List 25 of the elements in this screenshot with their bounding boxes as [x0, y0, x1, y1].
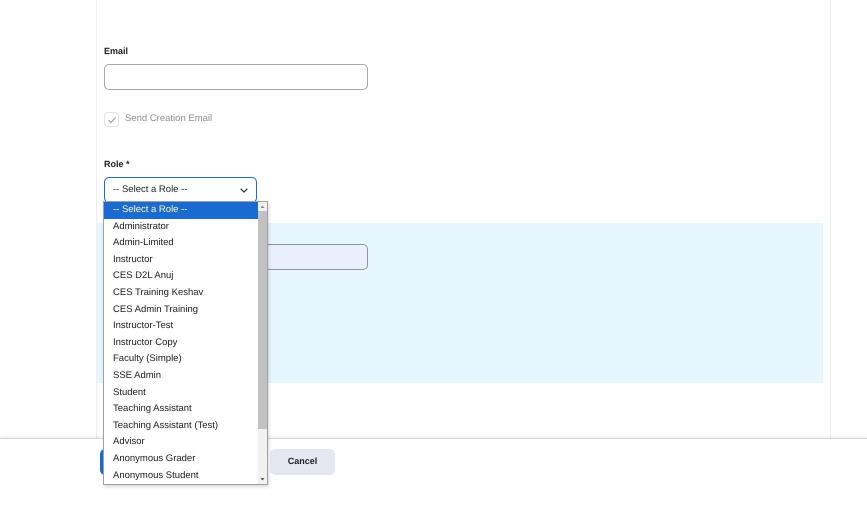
dropdown-option[interactable]: CES D2L Anuj — [104, 268, 258, 285]
scrollbar[interactable] — [258, 202, 267, 484]
chevron-icon — [240, 188, 248, 192]
dropdown-option[interactable]: Instructor-Test — [104, 318, 258, 335]
role-select[interactable]: -- Select a Role -- — [104, 177, 257, 203]
dropdown-option[interactable]: Administrator — [104, 218, 258, 236]
dropdown-option[interactable]: Anonymous Student — [104, 468, 258, 484]
cancel-button[interactable]: Cancel — [270, 449, 335, 475]
dropdown-option[interactable]: CES Admin Training — [104, 302, 258, 318]
dropdown-option[interactable]: Instructor — [104, 252, 258, 268]
email-field[interactable] — [104, 64, 368, 90]
dropdown-option[interactable]: -- Select a Role -- — [104, 202, 258, 219]
dropdown-option[interactable]: CES Training Keshav — [104, 284, 258, 302]
dropdown-option[interactable]: Teaching Assistant (Test) — [104, 418, 258, 434]
dropdown-option[interactable]: Teaching Assistant — [104, 401, 258, 418]
field-label: Email — [104, 45, 130, 58]
checkbox-label: Send Creation Email — [125, 112, 212, 126]
dropdown-option[interactable]: Anonymous Grader — [104, 450, 258, 468]
field-label: Role * — [104, 158, 131, 171]
dropdown-option[interactable]: Student — [104, 384, 258, 402]
dropdown-option[interactable]: Instructor Copy — [104, 334, 258, 352]
dropdown-option[interactable]: Advisor — [104, 434, 258, 451]
dropdown-option[interactable]: SSE Admin — [104, 368, 258, 385]
dropdown-option[interactable]: Faculty (Simple) — [104, 351, 258, 368]
dropdown-option[interactable]: Admin-Limited — [104, 235, 258, 252]
